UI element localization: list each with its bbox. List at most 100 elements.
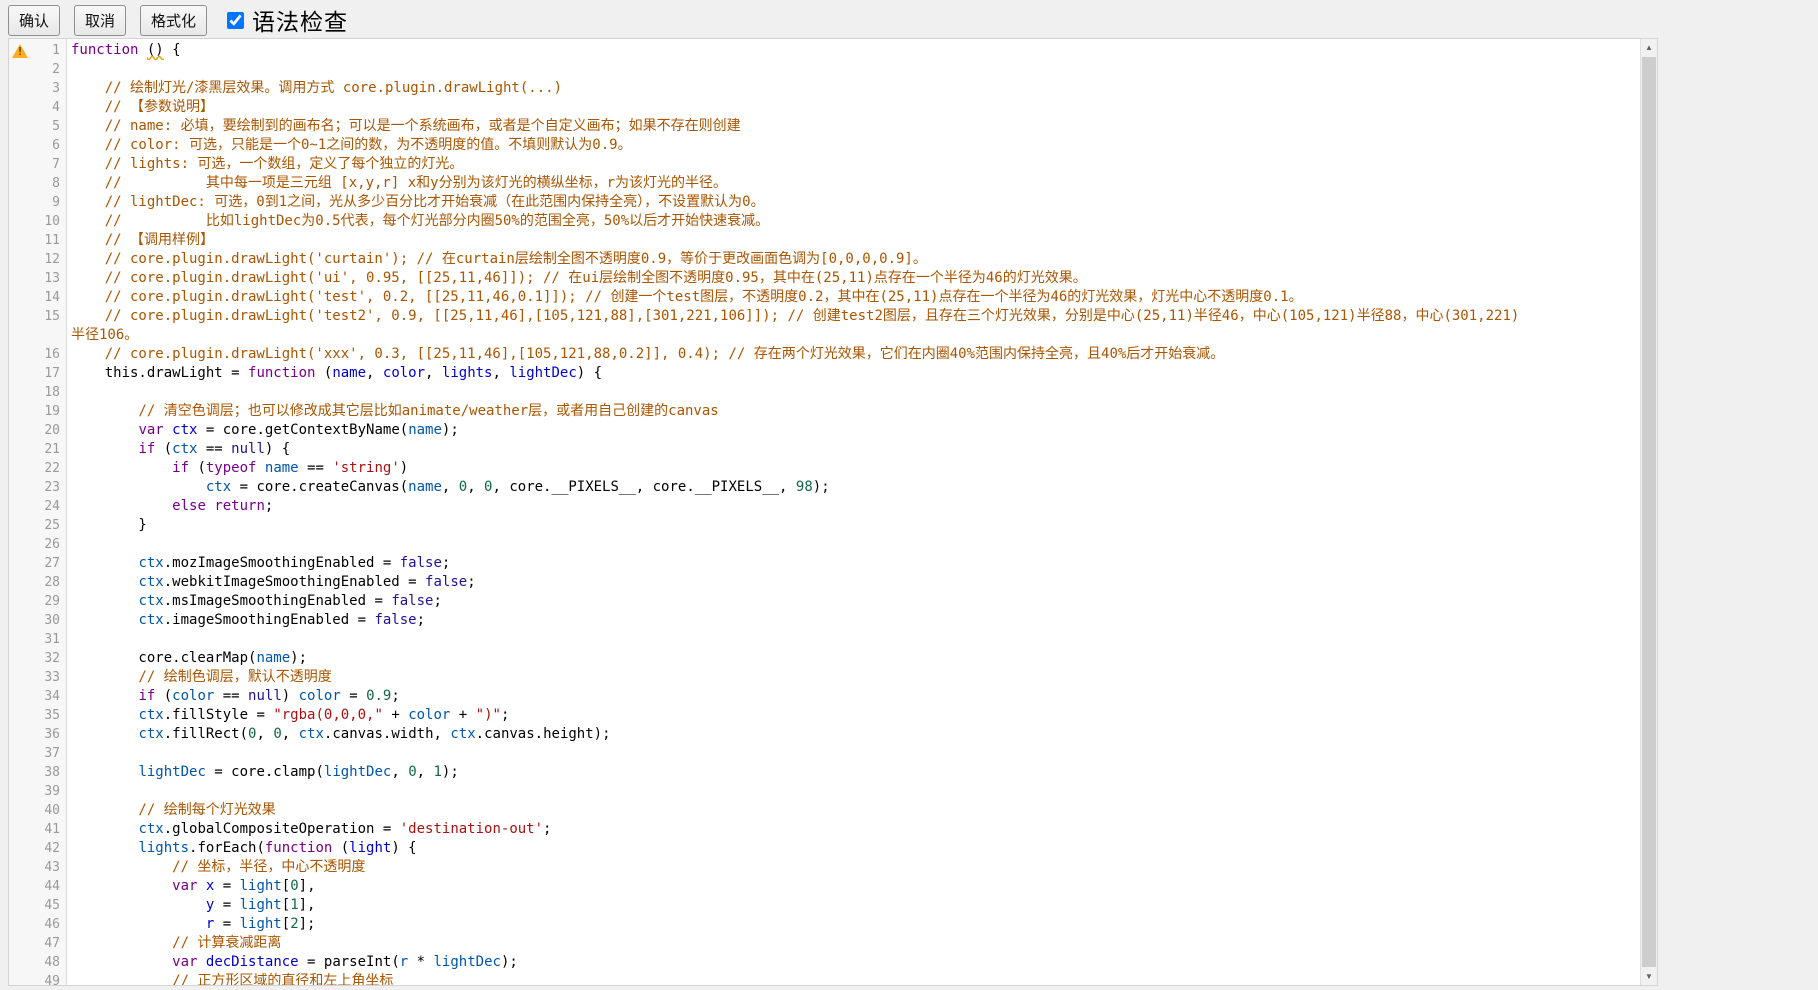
code-line[interactable]: 32 core.clearMap(name); [9, 649, 1640, 668]
code-line[interactable]: 40 // 绘制每个灯光效果 [9, 801, 1640, 820]
code-line[interactable]: 33 // 绘制色调层，默认不透明度 [9, 668, 1640, 687]
code-line[interactable]: 13 // core.plugin.drawLight('ui', 0.95, … [9, 269, 1640, 288]
code-line-text[interactable]: var ctx = core.getContextByName(name); [67, 421, 1640, 440]
code-line-text[interactable]: // 比如lightDec为0.5代表，每个灯光部分内圈50%的范围全亮，50%… [67, 212, 1640, 231]
code-line-text[interactable]: // 绘制灯光/漆黑层效果。调用方式 core.plugin.drawLight… [67, 79, 1640, 98]
code-line-text[interactable]: ctx.globalCompositeOperation = 'destinat… [67, 820, 1640, 839]
code-line[interactable]: 43 // 坐标，半径，中心不透明度 [9, 858, 1640, 877]
code-line[interactable]: 24 else return; [9, 497, 1640, 516]
code-line-text[interactable]: core.clearMap(name); [67, 649, 1640, 668]
scrollbar-down-button[interactable]: ▼ [1641, 968, 1657, 985]
code-line-text[interactable]: y = light[1], [67, 896, 1640, 915]
format-button[interactable]: 格式化 [140, 5, 207, 36]
code-line[interactable]: 4 // 【参数说明】 [9, 98, 1640, 117]
code-line-text[interactable] [67, 782, 1640, 801]
code-line-text[interactable]: if (color == null) color = 0.9; [67, 687, 1640, 706]
code-line-text[interactable] [67, 630, 1640, 649]
code-line[interactable]: 27 ctx.mozImageSmoothingEnabled = false; [9, 554, 1640, 573]
code-line-text[interactable]: // 【调用样例】 [67, 231, 1640, 250]
code-line[interactable]: 14 // core.plugin.drawLight('test', 0.2,… [9, 288, 1640, 307]
code-line[interactable]: 38 lightDec = core.clamp(lightDec, 0, 1)… [9, 763, 1640, 782]
code-line[interactable]: 8 // 其中每一项是三元组 [x,y,r] x和y分别为该灯光的横纵坐标，r为… [9, 174, 1640, 193]
code-line[interactable]: 7 // lights: 可选，一个数组，定义了每个独立的灯光。 [9, 155, 1640, 174]
code-line-text[interactable]: this.drawLight = function (name, color, … [67, 364, 1640, 383]
code-line[interactable]: 28 ctx.webkitImageSmoothingEnabled = fal… [9, 573, 1640, 592]
lint-warning-icon[interactable]: ! [9, 41, 31, 60]
code-line-text[interactable]: // lights: 可选，一个数组，定义了每个独立的灯光。 [67, 155, 1640, 174]
code-line[interactable]: 30 ctx.imageSmoothingEnabled = false; [9, 611, 1640, 630]
code-line[interactable]: 26 [9, 535, 1640, 554]
code-line[interactable]: 15 // core.plugin.drawLight('test2', 0.9… [9, 307, 1640, 326]
code-line-text[interactable]: ctx.webkitImageSmoothingEnabled = false; [67, 573, 1640, 592]
code-line[interactable]: 11 // 【调用样例】 [9, 231, 1640, 250]
code-line[interactable]: 46 r = light[2]; [9, 915, 1640, 934]
code-line-text[interactable]: // 【参数说明】 [67, 98, 1640, 117]
code-line-text[interactable]: lights.forEach(function (light) { [67, 839, 1640, 858]
code-line[interactable]: 34 if (color == null) color = 0.9; [9, 687, 1640, 706]
code-line[interactable]: 37 [9, 744, 1640, 763]
code-line[interactable]: 10 // 比如lightDec为0.5代表，每个灯光部分内圈50%的范围全亮，… [9, 212, 1640, 231]
code-line-text[interactable]: if (typeof name == 'string') [67, 459, 1640, 478]
code-line[interactable]: !1function () { [9, 41, 1640, 60]
code-line-text[interactable]: ctx.fillRect(0, 0, ctx.canvas.width, ctx… [67, 725, 1640, 744]
code-line-text[interactable]: ctx.imageSmoothingEnabled = false; [67, 611, 1640, 630]
code-line-text[interactable]: // core.plugin.drawLight('test2', 0.9, [… [67, 307, 1640, 326]
code-line-text[interactable]: // 其中每一项是三元组 [x,y,r] x和y分别为该灯光的横纵坐标，r为该灯… [67, 174, 1640, 193]
code-line-text[interactable]: ctx.fillStyle = "rgba(0,0,0," + color + … [67, 706, 1640, 725]
code-line[interactable]: 16 // core.plugin.drawLight('xxx', 0.3, … [9, 345, 1640, 364]
code-line[interactable]: 2 [9, 60, 1640, 79]
code-line[interactable]: 39 [9, 782, 1640, 801]
code-line-text[interactable]: ctx.msImageSmoothingEnabled = false; [67, 592, 1640, 611]
code-line[interactable]: 3 // 绘制灯光/漆黑层效果。调用方式 core.plugin.drawLig… [9, 79, 1640, 98]
code-line[interactable]: 17 this.drawLight = function (name, colo… [9, 364, 1640, 383]
code-line[interactable]: 半径106。 [9, 326, 1640, 345]
code-line-text[interactable]: // color: 可选，只能是一个0~1之间的数，为不透明度的值。不填则默认为… [67, 136, 1640, 155]
code-line-text[interactable]: if (ctx == null) { [67, 440, 1640, 459]
code-line-text[interactable]: ctx = core.createCanvas(name, 0, 0, core… [67, 478, 1640, 497]
confirm-button[interactable]: 确认 [8, 5, 60, 36]
code-line[interactable]: 41 ctx.globalCompositeOperation = 'desti… [9, 820, 1640, 839]
code-line-text[interactable]: // 清空色调层；也可以修改成其它层比如animate/weather层，或者用… [67, 402, 1640, 421]
code-line-text[interactable] [67, 744, 1640, 763]
code-line-text[interactable] [67, 535, 1640, 554]
code-line[interactable]: 9 // lightDec: 可选，0到1之间，光从多少百分比才开始衰减（在此范… [9, 193, 1640, 212]
syntax-check-checkbox[interactable] [227, 12, 244, 29]
code-line-text[interactable]: ctx.mozImageSmoothingEnabled = false; [67, 554, 1640, 573]
code-line[interactable]: 35 ctx.fillStyle = "rgba(0,0,0," + color… [9, 706, 1640, 725]
code-line-text[interactable]: // 计算衰减距离 [67, 934, 1640, 953]
code-line[interactable]: 47 // 计算衰减距离 [9, 934, 1640, 953]
code-editor[interactable]: !1function () {23 // 绘制灯光/漆黑层效果。调用方式 cor… [8, 38, 1658, 986]
code-line[interactable]: 5 // name: 必填，要绘制到的画布名；可以是一个系统画布，或者是个自定义… [9, 117, 1640, 136]
code-rows[interactable]: !1function () {23 // 绘制灯光/漆黑层效果。调用方式 cor… [9, 41, 1640, 985]
code-line-text[interactable]: // 坐标，半径，中心不透明度 [67, 858, 1640, 877]
code-line-text[interactable]: var decDistance = parseInt(r * lightDec)… [67, 953, 1640, 972]
code-line-text[interactable]: // core.plugin.drawLight('xxx', 0.3, [[2… [67, 345, 1640, 364]
code-line-text[interactable]: // core.plugin.drawLight('test', 0.2, [[… [67, 288, 1640, 307]
code-line[interactable]: 6 // color: 可选，只能是一个0~1之间的数，为不透明度的值。不填则默… [9, 136, 1640, 155]
scrollbar-thumb[interactable] [1642, 57, 1656, 967]
code-line[interactable]: 22 if (typeof name == 'string') [9, 459, 1640, 478]
code-line[interactable]: 23 ctx = core.createCanvas(name, 0, 0, c… [9, 478, 1640, 497]
code-line-text[interactable]: 半径106。 [67, 326, 1640, 345]
code-line-text[interactable]: } [67, 516, 1640, 535]
code-line-text[interactable]: var x = light[0], [67, 877, 1640, 896]
code-line-text[interactable]: // lightDec: 可选，0到1之间，光从多少百分比才开始衰减（在此范围内… [67, 193, 1640, 212]
code-line[interactable]: 19 // 清空色调层；也可以修改成其它层比如animate/weather层，… [9, 402, 1640, 421]
code-line-text[interactable]: // 正方形区域的直径和左上角坐标 [67, 972, 1640, 985]
code-line[interactable]: 45 y = light[1], [9, 896, 1640, 915]
code-line[interactable]: 48 var decDistance = parseInt(r * lightD… [9, 953, 1640, 972]
code-line[interactable]: 42 lights.forEach(function (light) { [9, 839, 1640, 858]
code-line-text[interactable]: // core.plugin.drawLight('curtain'); // … [67, 250, 1640, 269]
code-line-text[interactable]: // core.plugin.drawLight('ui', 0.95, [[2… [67, 269, 1640, 288]
scrollbar-up-button[interactable]: ▲ [1641, 39, 1657, 56]
code-line[interactable]: 29 ctx.msImageSmoothingEnabled = false; [9, 592, 1640, 611]
code-line-text[interactable]: // 绘制每个灯光效果 [67, 801, 1640, 820]
code-line[interactable]: 20 var ctx = core.getContextByName(name)… [9, 421, 1640, 440]
code-line-text[interactable]: function () { [67, 41, 1640, 60]
code-line[interactable]: 44 var x = light[0], [9, 877, 1640, 896]
code-line-text[interactable]: // name: 必填，要绘制到的画布名；可以是一个系统画布，或者是个自定义画布… [67, 117, 1640, 136]
code-line[interactable]: 21 if (ctx == null) { [9, 440, 1640, 459]
code-line-text[interactable]: lightDec = core.clamp(lightDec, 0, 1); [67, 763, 1640, 782]
code-line-text[interactable]: else return; [67, 497, 1640, 516]
code-line-text[interactable]: // 绘制色调层，默认不透明度 [67, 668, 1640, 687]
